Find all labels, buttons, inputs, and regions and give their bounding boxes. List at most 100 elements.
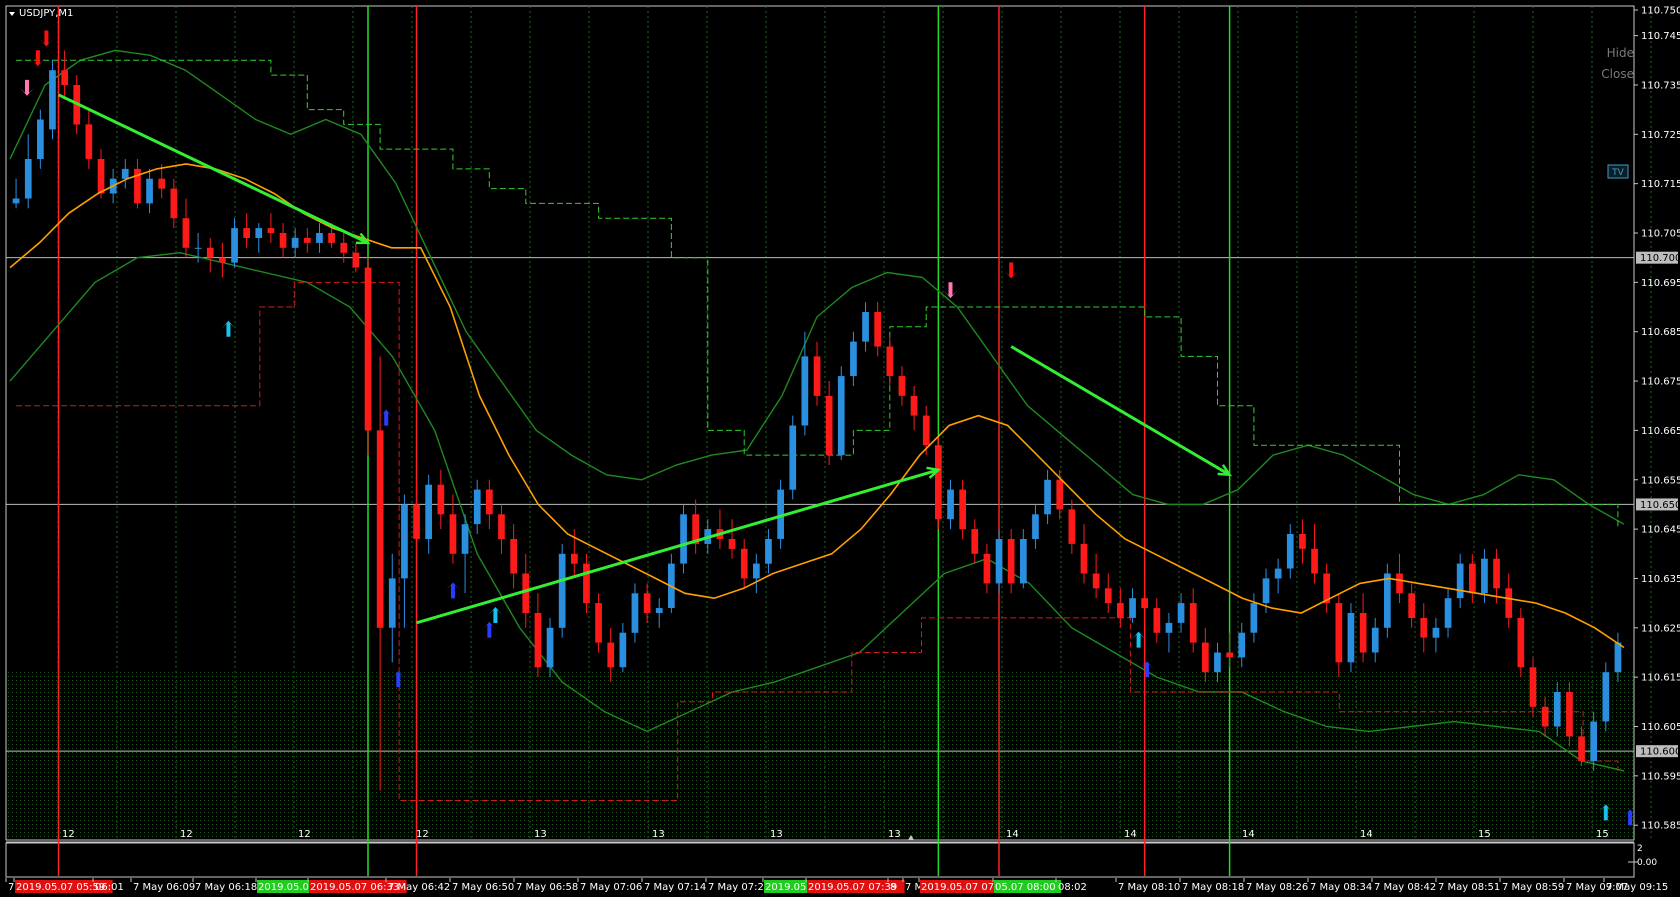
time-axis-label[interactable]: 7 May 07:06: [580, 882, 642, 893]
time-axis-label[interactable]: 7 May 08:51: [1438, 882, 1500, 893]
time-axis-label[interactable]: 08:02: [1058, 882, 1087, 893]
candle-body: [510, 539, 517, 574]
inner-time-tick-label: 13: [652, 829, 665, 840]
time-axis-label[interactable]: 2019.05.0: [258, 882, 309, 893]
time-axis-label[interactable]: 7 May 08:10: [1118, 882, 1180, 893]
candle-body: [1578, 736, 1585, 762]
inner-time-tick-label: 13: [770, 829, 783, 840]
candle-body: [1080, 543, 1088, 574]
time-axis-label[interactable]: 7 May 08:59: [1502, 882, 1564, 893]
time-axis-label[interactable]: 7 May 06:09: [133, 882, 195, 893]
candle-body: [1299, 534, 1306, 549]
candle-body: [1262, 578, 1270, 604]
price-axis-label: 110.645: [1641, 525, 1680, 536]
candle-body: [1456, 563, 1464, 599]
candle-body: [534, 613, 542, 668]
time-axis-label[interactable]: 7 May 06:42: [388, 882, 450, 893]
inner-time-tick-label: 12: [298, 829, 311, 840]
price-axis-label: 110.635: [1641, 574, 1680, 585]
price-chart[interactable]: 110.750 110.745 110.735 110.725 110.715 110.7…: [0, 0, 1680, 897]
candle-body: [1590, 721, 1597, 762]
candle-bull: [837, 366, 845, 461]
time-axis-label[interactable]: 7 May 07:14: [644, 882, 706, 893]
inner-time-tick-label: 13: [888, 829, 901, 840]
time-axis-label[interactable]: 7 May 08:42: [1374, 882, 1436, 893]
candle-body: [558, 553, 566, 628]
price-axis-label: 110.615: [1641, 673, 1680, 684]
candle-body: [1020, 539, 1027, 584]
candle-body: [631, 593, 639, 633]
time-axis-label[interactable]: 7 May 08:18: [1182, 882, 1244, 893]
candle-body: [61, 70, 68, 85]
time-axis-label[interactable]: 7 May 09:15: [1606, 882, 1668, 893]
time-axis-label[interactable]: 2019.05.07 06:33: [310, 882, 399, 893]
candle-body: [1141, 598, 1148, 609]
candle-body: [522, 573, 530, 613]
candle-body: [1335, 603, 1343, 663]
candle-body: [1274, 568, 1282, 579]
inner-time-tick-label: 14: [1360, 829, 1373, 840]
candle-body: [1117, 603, 1124, 618]
time-axis-label[interactable]: 7 May 06:58: [516, 882, 578, 893]
candle-body: [922, 415, 930, 446]
candle-body: [1396, 573, 1403, 594]
close-button[interactable]: Close: [1601, 67, 1634, 81]
candle-body: [1469, 563, 1476, 594]
price-level-badge-text: 110.700: [1640, 253, 1680, 264]
time-axis-label[interactable]: 06:01: [95, 882, 124, 893]
candle-body: [437, 484, 445, 515]
candle-body: [1517, 617, 1525, 668]
candle-body: [1202, 642, 1209, 673]
time-axis-label[interactable]: 7 May 06:50: [452, 882, 514, 893]
candle-body: [243, 228, 250, 238]
candle-body: [1347, 613, 1355, 663]
symbol-title[interactable]: USDJPY,M1: [9, 8, 73, 19]
chart-window[interactable]: 110.750 110.745 110.735 110.725 110.715 110.7…: [0, 0, 1680, 897]
price-axis-label: 110.585: [1641, 821, 1680, 832]
time-axis-label[interactable]: 7 May 07:22: [708, 882, 770, 893]
time-axis-label[interactable]: 8: [890, 882, 896, 893]
time-axis-label[interactable]: 2019.05.: [765, 882, 810, 893]
time-axis-label[interactable]: 7: [8, 882, 14, 893]
time-axis-label[interactable]: 7 May 06:18: [195, 882, 257, 893]
candle-body: [219, 257, 226, 263]
candle-bear: [364, 257, 372, 456]
time-axis-label[interactable]: 7 May 08:26: [1246, 882, 1308, 893]
candle-body: [1529, 667, 1537, 707]
subwindow-axis-label: 0.00: [1637, 858, 1657, 868]
candle-body: [401, 504, 408, 579]
candle-body: [291, 237, 299, 248]
candle-body: [279, 233, 287, 248]
time-axis-label[interactable]: 05.07 08:00: [995, 882, 1056, 893]
candle-body: [1371, 627, 1379, 653]
time-axis-label[interactable]: 2019.05.07 05:59: [16, 882, 105, 893]
candle-body: [1420, 617, 1428, 638]
time-axis-label[interactable]: 7 May 08:34: [1310, 882, 1372, 893]
candle-body: [194, 247, 202, 249]
candle-body: [85, 124, 93, 159]
candle-body: [1432, 627, 1440, 638]
candle-body: [1286, 534, 1294, 569]
hide-button[interactable]: Hide: [1607, 46, 1634, 60]
candle-body: [680, 514, 687, 564]
candle-body: [316, 233, 323, 243]
price-axis-label: 110.745: [1641, 31, 1680, 42]
candle-body: [24, 159, 32, 199]
inner-time-tick-label: 15: [1478, 829, 1491, 840]
candle-body: [571, 553, 578, 564]
time-axis-label[interactable]: 2019.05.07 07:39: [808, 882, 897, 893]
candle-bear: [1517, 608, 1525, 678]
candle-body: [1250, 603, 1258, 633]
candle-body: [1614, 642, 1622, 673]
tv-badge[interactable]: TV: [1607, 164, 1629, 179]
candle-bull: [1384, 563, 1391, 638]
candle-body: [1541, 706, 1549, 727]
candle-bull: [1602, 662, 1610, 732]
candle-body: [158, 178, 166, 189]
candle-body: [886, 346, 894, 377]
candle-body: [449, 514, 457, 554]
candle-body: [146, 178, 153, 204]
candle-body: [1238, 632, 1246, 658]
candle-body: [473, 489, 481, 525]
candle-body: [1177, 603, 1185, 623]
